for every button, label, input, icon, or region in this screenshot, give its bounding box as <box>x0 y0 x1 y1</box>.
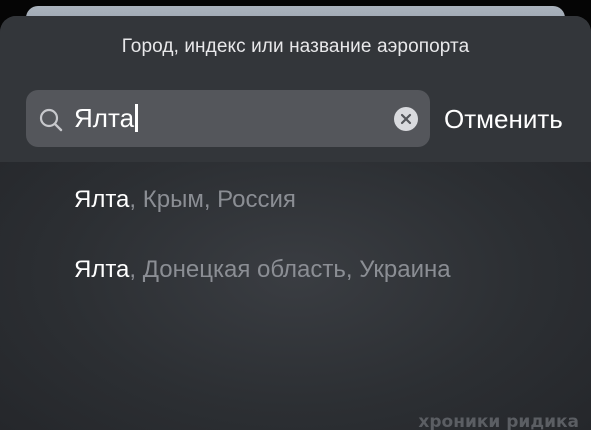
result-region: , Донецкая область, Украина <box>129 256 451 283</box>
search-results-list: Ялта, Крым, Россия Ялта, Донецкая област… <box>0 162 591 430</box>
result-item[interactable]: Ялта, Крым, Россия <box>74 186 296 214</box>
location-search-sheet: Город, индекс или название аэропорта Ялт… <box>0 16 591 430</box>
clear-search-button[interactable] <box>394 107 418 131</box>
search-icon <box>39 108 63 132</box>
search-header: Город, индекс или название аэропорта Ялт… <box>0 16 591 162</box>
result-city: Ялта <box>74 256 130 283</box>
result-city: Ялта <box>74 186 130 213</box>
watermark: хроники ридика <box>418 412 579 430</box>
clear-icon <box>400 113 412 125</box>
result-item[interactable]: Ялта, Донецкая область, Украина <box>74 256 451 284</box>
screen: Город, индекс или название аэропорта Ялт… <box>0 0 591 430</box>
location-search-field[interactable]: Ялта <box>26 90 430 147</box>
cancel-button[interactable]: Отменить <box>444 103 563 135</box>
result-region: , Крым, Россия <box>129 186 296 213</box>
search-input[interactable]: Ялта <box>74 103 139 133</box>
text-cursor <box>135 104 139 132</box>
search-input-value: Ялта <box>74 103 135 133</box>
search-prompt: Город, индекс или название аэропорта <box>121 36 470 57</box>
